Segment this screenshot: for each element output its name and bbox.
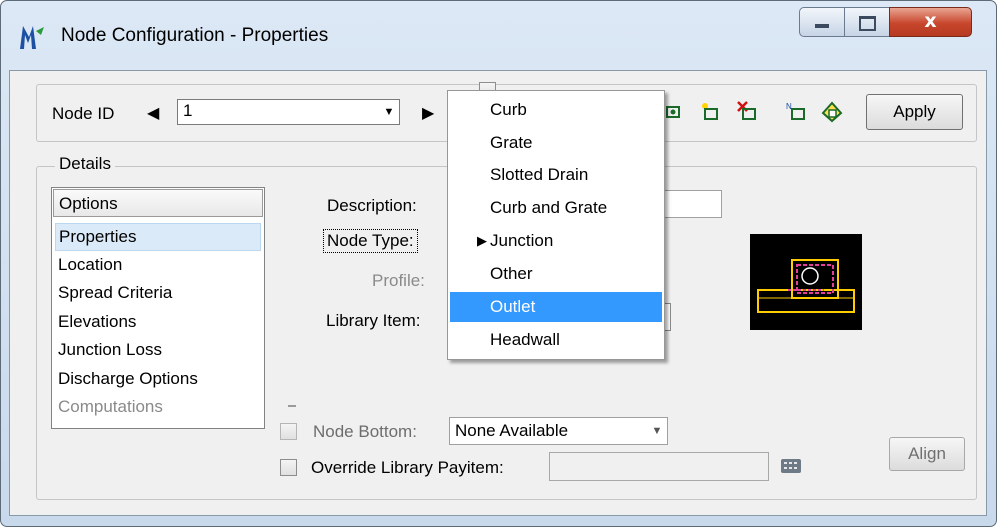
list-item[interactable]: Location	[55, 252, 261, 280]
menu-item-junction[interactable]: ▶ Junction	[450, 226, 662, 256]
previous-node-button[interactable]: ◀	[147, 103, 159, 123]
menu-item-other[interactable]: Other	[450, 259, 662, 289]
node-bottom-value: None Available	[455, 421, 569, 440]
calculator-icon[interactable]	[780, 458, 802, 474]
list-item: Computations	[58, 397, 163, 416]
chevron-down-icon: ▼	[383, 106, 395, 118]
node-add-icon[interactable]	[699, 101, 721, 123]
chevron-down-icon: ▼	[651, 425, 663, 437]
list-item[interactable]: Discharge Options	[55, 366, 261, 394]
node-type-label: Node Type:	[323, 229, 418, 253]
menu-item-grate[interactable]: Grate	[450, 128, 662, 158]
minimize-icon	[800, 12, 844, 33]
node-id-value: 1	[183, 101, 193, 120]
separator-mark	[288, 405, 296, 407]
menu-item-headwall[interactable]: Headwall	[450, 325, 662, 355]
list-item[interactable]: Spread Criteria	[55, 280, 261, 308]
options-list-header[interactable]: Options	[53, 189, 263, 217]
window-title: Node Configuration - Properties	[61, 25, 329, 46]
list-item[interactable]: Elevations	[55, 309, 261, 337]
node-number-icon[interactable]: N	[785, 101, 807, 123]
options-listbox[interactable]: Options Properties Location Spread Crite…	[51, 187, 265, 429]
node-id-label: Node ID	[52, 104, 115, 123]
node-bottom-checkbox[interactable]	[280, 423, 297, 440]
library-item-label: Library Item:	[326, 311, 421, 330]
node-bottom-label: Node Bottom:	[313, 422, 417, 441]
triangle-right-icon: ▶	[422, 105, 435, 122]
description-label: Description:	[327, 196, 417, 215]
triangle-left-icon: ◀	[147, 105, 160, 122]
close-button[interactable]: x	[889, 7, 972, 37]
node-id-combobox[interactable]: 1 ▼	[177, 99, 400, 125]
maximize-icon	[845, 11, 889, 36]
menu-item-outlet[interactable]: Outlet	[450, 292, 662, 322]
node-bottom-combobox[interactable]: None Available ▼	[449, 417, 668, 445]
override-payitem-input[interactable]	[549, 452, 769, 481]
menu-item-curb[interactable]: Curb	[450, 95, 662, 125]
list-item[interactable]: Junction Loss	[55, 337, 261, 365]
next-node-button[interactable]: ▶	[422, 103, 434, 123]
close-icon: x	[924, 10, 937, 32]
node-find-icon[interactable]	[662, 101, 684, 123]
node-type-menu[interactable]: Curb Grate Slotted Drain Curb and Grate …	[447, 90, 665, 360]
title-bar[interactable]: Node Configuration - Properties x	[1, 1, 996, 71]
node-headwall-icon[interactable]	[820, 99, 843, 123]
node-preview-image	[750, 234, 862, 330]
node-delete-icon[interactable]	[735, 99, 757, 121]
checked-bullet-icon: ▶	[477, 233, 487, 248]
details-group-label: Details	[55, 154, 115, 174]
list-item[interactable]: Properties	[55, 223, 261, 251]
app-logo-icon	[20, 26, 44, 49]
minimize-button[interactable]	[799, 7, 845, 37]
align-button[interactable]: Align	[889, 437, 965, 471]
apply-button[interactable]: Apply	[866, 94, 963, 130]
menu-item-slotted-drain[interactable]: Slotted Drain	[450, 160, 662, 190]
override-payitem-checkbox[interactable]	[280, 459, 297, 476]
maximize-button[interactable]	[844, 7, 890, 37]
menu-item-curb-and-grate[interactable]: Curb and Grate	[450, 193, 662, 223]
profile-label: Profile:	[372, 271, 425, 290]
override-payitem-label: Override Library Payitem:	[311, 458, 504, 477]
